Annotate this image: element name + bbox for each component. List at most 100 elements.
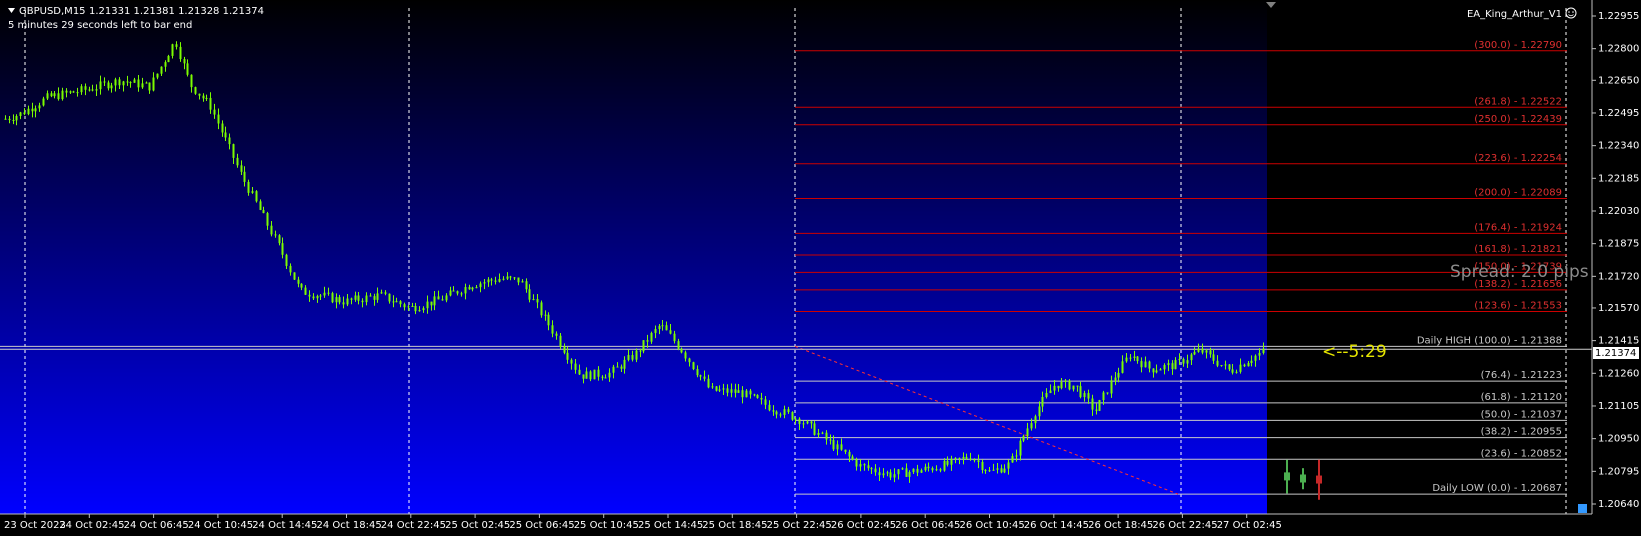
candle-body [217,114,220,124]
price-tick-label: 1.22340 [1598,141,1639,152]
candle-body [931,468,934,471]
candle-body [399,301,402,305]
fib-level-label: (38.2) - 1.20955 [1481,427,1562,438]
candle-body [844,449,847,452]
candle-body [650,332,653,342]
candle-body [559,335,562,347]
candle-body [198,93,201,96]
candle-body [1015,455,1018,457]
candle-body [848,451,851,457]
price-tick-label: 1.22800 [1598,44,1639,55]
candle-body [1182,359,1185,364]
candle-body [726,388,729,393]
candle-body [954,457,957,459]
price-axis: 1.22955 1.22800 1.22650 1.22495 1.22340 1.221… [1592,11,1639,510]
candle-body [490,279,493,281]
spread-indicator: Spread: 2.0 pips [1450,262,1589,282]
candle-body [1209,350,1212,355]
candle-body [42,98,45,106]
candle-body [1026,428,1029,437]
candle-body [194,87,197,94]
candle-body [167,55,170,63]
candle-body [1193,351,1196,355]
candle-body [889,472,892,478]
candle-body [430,301,433,306]
candle-body [274,234,277,236]
candle-body [354,295,357,300]
candle-body [475,287,478,289]
candle-body [563,346,566,353]
candle-body [813,423,816,435]
candle-body [141,83,144,88]
expert-advisor-name[interactable]: EA_King_Arthur_V1 [1467,9,1562,20]
candle-body [772,410,775,412]
candle-body [1049,390,1052,393]
candle-body [228,137,231,145]
candle-body [99,81,102,90]
time-tick-label: 25 Oct 10:45 [574,520,639,531]
candle-body [12,119,15,121]
candle-body [840,444,843,450]
candle-body [205,97,208,99]
candle-body [50,93,53,97]
candle-body [684,352,687,359]
candle-body [570,359,573,364]
candle-body [308,294,311,297]
candle-body [57,93,60,100]
candle-body [1095,409,1098,411]
candle-body [156,73,159,78]
candle-body [316,296,319,299]
candle-body [832,440,835,450]
fib-level-label: (300.0) - 1.22790 [1474,40,1562,51]
current-price-label: 1.21374 [1595,348,1636,359]
candle-body [445,295,448,301]
candle-body [69,91,72,93]
price-chart[interactable]: (300.0) - 1.22790 (261.8) - 1.22522 (250.0… [0,0,1641,536]
candle-body [1197,348,1200,352]
candle-countdown: <--5:29 [1322,342,1387,362]
candle-body [1117,372,1120,378]
candle-body [870,468,873,470]
price-tick-label: 1.21260 [1598,368,1639,379]
candle-body [251,191,254,193]
ohlc-readout: 1.21331 1.21381 1.21328 1.21374 [89,6,264,17]
candle-body [794,418,797,420]
candle-body [179,46,182,60]
candle-body [84,86,87,90]
price-tick-label: 1.21415 [1598,336,1639,347]
candle-body [1007,462,1010,469]
fib-level-label: (176.4) - 1.21924 [1474,222,1562,233]
candle-body [1102,392,1105,401]
price-tick-label: 1.20640 [1598,499,1639,510]
candle-body [380,292,383,294]
scroll-end-marker[interactable] [1578,504,1587,513]
candle-body [749,390,752,395]
candle-body [365,295,368,303]
candle-body [259,201,262,210]
trading-chart-window[interactable]: (300.0) - 1.22790 (261.8) - 1.22522 (250.0… [0,0,1641,536]
candle-body [977,460,980,462]
candle-body [718,389,721,391]
candle-body [262,209,265,214]
candle-body [1003,468,1006,473]
candle-body [1041,396,1044,407]
candle-body [103,81,106,83]
candle-body [1022,436,1025,441]
candle-body [137,79,140,88]
candle-body [335,297,338,303]
time-tick-label: 25 Oct 06:45 [509,520,574,531]
candle-body [513,277,516,279]
candle-body [578,369,581,375]
candle-body [502,278,505,280]
candle-body [1079,386,1082,398]
candle-body [787,409,790,413]
candle-body [384,292,387,294]
fib-level-label: Daily HIGH (100.0) - 1.21388 [1417,335,1562,346]
candle-body [741,390,744,398]
candle-body [433,296,436,306]
candle-body [642,340,645,352]
candle-body [1186,360,1189,364]
candle-body [521,281,524,283]
candle-body [1220,365,1223,367]
candle-body [164,62,167,67]
